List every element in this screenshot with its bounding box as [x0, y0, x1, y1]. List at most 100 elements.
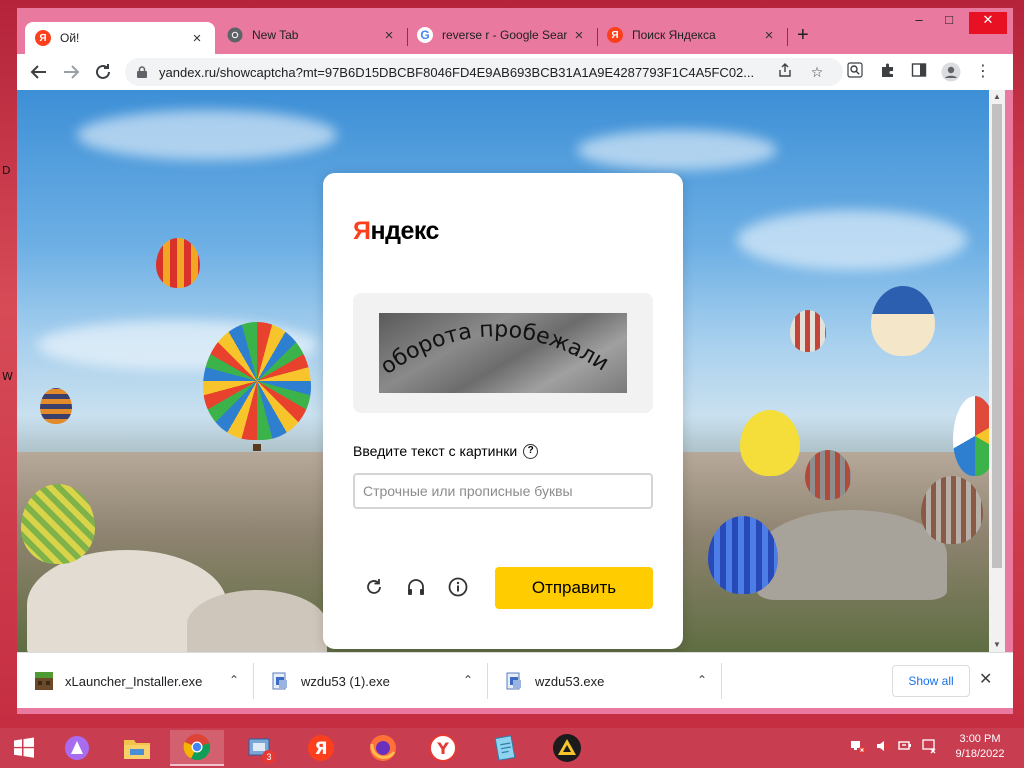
download-item[interactable]: wzdu53 (1).exe ⌃ — [253, 653, 487, 709]
svg-text:Я: Я — [314, 739, 327, 759]
rock-formation — [187, 590, 327, 652]
share-icon[interactable] — [775, 62, 795, 82]
tab-new-tab[interactable]: New Tab × — [217, 20, 407, 50]
captcha-answer-input[interactable] — [353, 473, 653, 509]
reload-icon — [96, 64, 110, 79]
hot-air-balloon — [708, 516, 778, 594]
installer-icon — [506, 672, 521, 690]
extension-search-icon[interactable] — [845, 62, 865, 82]
maximize-button[interactable]: □ — [934, 12, 964, 34]
close-window-button[interactable]: ✕ — [969, 12, 1007, 34]
tab-separator — [787, 28, 788, 46]
hot-air-balloon — [21, 484, 95, 564]
close-tab-icon[interactable]: × — [189, 30, 205, 47]
bookmark-star-icon[interactable]: ☆ — [807, 62, 827, 82]
tab-google-search[interactable]: G reverse r - Google Sear × — [407, 20, 597, 50]
chevron-up-icon[interactable]: ⌃ — [229, 673, 239, 687]
firefox-icon[interactable] — [356, 730, 410, 766]
browser-toolbar: yandex.ru/showcaptcha?mt=97B6D15DBCBF804… — [17, 54, 1013, 90]
download-item[interactable]: xLauncher_Installer.exe ⌃ — [17, 653, 253, 709]
page-scrollbar[interactable]: ▲ ▼ — [989, 90, 1005, 652]
hot-air-balloon — [921, 476, 983, 544]
cloud — [77, 110, 337, 160]
file-explorer-icon[interactable] — [110, 730, 164, 766]
battery-plug-icon[interactable] — [898, 738, 914, 754]
start-icon[interactable] — [0, 730, 48, 766]
scroll-down-icon[interactable]: ▼ — [993, 640, 1001, 649]
chrome-icon[interactable] — [170, 730, 224, 766]
forward-button[interactable] — [59, 60, 83, 84]
clock-time: 3:00 PM — [959, 733, 1001, 745]
address-bar[interactable]: yandex.ru/showcaptcha?mt=97B6D15DBCBF804… — [125, 58, 843, 86]
yandex-icon[interactable]: Я — [294, 730, 348, 766]
submit-button[interactable]: Отправить — [495, 567, 653, 609]
page-viewport: Яндекс оборота пробежали Введите текст с… — [17, 90, 989, 652]
yandex-browser-icon[interactable]: Y — [416, 730, 470, 766]
desktop-icon-label: W — [2, 370, 13, 383]
network-tool-icon[interactable]: 3 — [232, 730, 286, 766]
scroll-up-icon[interactable]: ▲ — [993, 92, 1001, 101]
captcha-image: оборота пробежали — [379, 313, 627, 393]
forward-arrow-icon — [64, 65, 80, 79]
browser-window: Я Ой! × New Tab × G reverse r - Google S… — [17, 8, 1013, 714]
reload-button[interactable] — [91, 60, 115, 84]
archicad-icon[interactable] — [540, 730, 594, 766]
downloads-bar: xLauncher_Installer.exe ⌃ wzdu53 (1).exe… — [17, 652, 1013, 708]
yandex-logo: Яндекс — [353, 217, 439, 245]
close-tab-icon[interactable]: × — [381, 27, 397, 44]
hot-air-balloon — [740, 410, 800, 476]
svg-text:Y: Y — [436, 739, 449, 758]
notepad-icon[interactable] — [478, 730, 532, 766]
show-all-button[interactable]: Show all — [892, 665, 970, 697]
close-tab-icon[interactable]: × — [761, 27, 777, 44]
tab-title: reverse r - Google Sear — [442, 28, 567, 42]
rock-formation — [757, 510, 947, 600]
help-icon[interactable]: ? — [523, 443, 539, 459]
hot-air-balloon — [871, 286, 935, 356]
volume-muted-icon[interactable] — [875, 738, 891, 754]
back-button[interactable] — [27, 60, 51, 84]
svg-text:оборота пробежали: оборота пробежали — [379, 317, 613, 380]
url-text: yandex.ru/showcaptcha?mt=97B6D15DBCBF804… — [159, 64, 755, 80]
download-item[interactable]: wzdu53.exe ⌃ — [487, 653, 721, 709]
new-tab-button[interactable]: + — [797, 24, 809, 47]
chrome-menu-icon[interactable]: ⋮ — [973, 62, 993, 82]
captcha-image-frame: оборота пробежали — [353, 293, 653, 413]
audio-icon[interactable] — [403, 574, 429, 600]
refresh-icon[interactable] — [361, 574, 387, 600]
hot-air-balloon — [203, 322, 311, 440]
extensions-puzzle-icon[interactable] — [878, 62, 898, 82]
language-icon[interactable] — [922, 738, 938, 754]
hot-air-balloon — [953, 396, 989, 476]
download-filename: wzdu53.exe — [535, 673, 605, 689]
hot-air-balloon — [40, 388, 72, 424]
close-downloads-icon[interactable]: ✕ — [979, 669, 992, 689]
captcha-card: Яндекс оборота пробежали Введите текст с… — [323, 173, 683, 649]
tab-title: Ой! — [60, 31, 80, 45]
tab-title: Поиск Яндекса — [632, 28, 716, 42]
clock-date: 9/18/2022 — [955, 748, 1005, 760]
hot-air-balloon — [805, 450, 851, 500]
profile-avatar-icon[interactable] — [941, 62, 961, 82]
google-icon: G — [417, 27, 433, 43]
info-icon[interactable] — [445, 574, 471, 600]
download-filename: xLauncher_Installer.exe — [65, 673, 203, 689]
alice-icon[interactable] — [52, 730, 102, 766]
minecraft-icon — [35, 672, 53, 690]
yandex-icon: Я — [35, 30, 51, 46]
installer-icon — [272, 672, 287, 690]
tab-strip: Я Ой! × New Tab × G reverse r - Google S… — [17, 8, 1013, 54]
lock-icon — [137, 66, 147, 78]
system-clock[interactable]: 3:00 PM 9/18/2022 — [952, 732, 1008, 762]
close-tab-icon[interactable]: × — [571, 27, 587, 44]
tab-yandex-search[interactable]: Я Поиск Яндекса × — [597, 20, 787, 50]
minimize-button[interactable]: – — [904, 12, 934, 34]
taskbar: 3 Я Y 3:00 PM 9/18/2022 — [0, 728, 1024, 768]
chevron-up-icon[interactable]: ⌃ — [697, 673, 707, 687]
scrollbar-thumb[interactable] — [992, 104, 1002, 568]
side-panel-icon[interactable] — [909, 62, 929, 82]
tab-oy[interactable]: Я Ой! × — [25, 22, 215, 54]
back-arrow-icon — [30, 65, 46, 79]
chevron-up-icon[interactable]: ⌃ — [463, 673, 473, 687]
network-tray-icon[interactable] — [850, 738, 866, 754]
